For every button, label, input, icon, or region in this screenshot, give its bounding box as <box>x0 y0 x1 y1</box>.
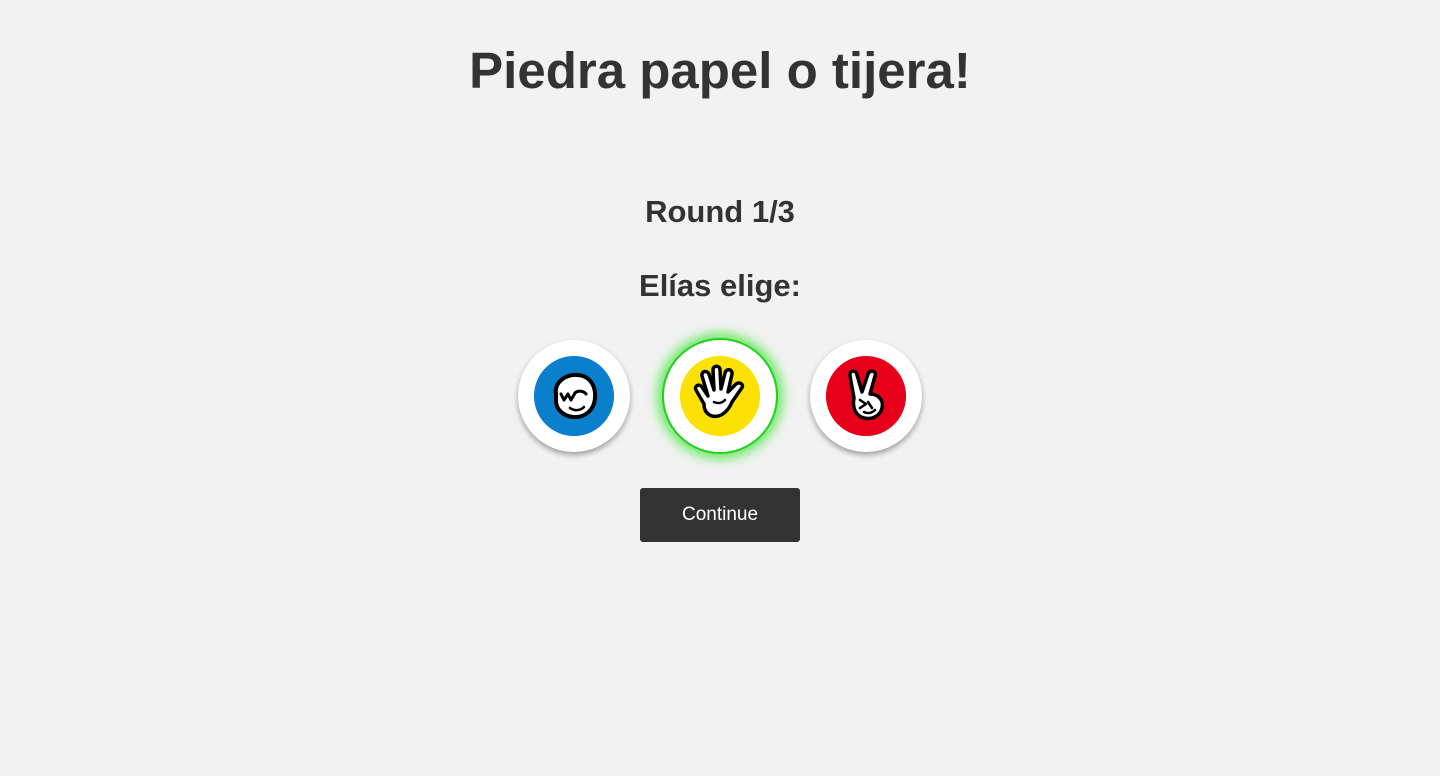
rock-choice-button[interactable] <box>518 340 630 452</box>
player-prompt: Elías elige: <box>639 268 801 303</box>
paper-choice-button[interactable] <box>662 338 778 454</box>
continue-button[interactable]: Continue <box>640 488 800 542</box>
round-indicator: Round 1/3 <box>645 194 795 229</box>
scissors-badge <box>826 356 906 436</box>
open-hand-icon <box>680 356 760 436</box>
peace-hand-icon <box>826 356 906 436</box>
rock-badge <box>534 356 614 436</box>
scissors-choice-button[interactable] <box>810 340 922 452</box>
paper-badge <box>680 356 760 436</box>
fist-icon <box>534 356 614 436</box>
game-title: Piedra papel o tijera! <box>469 42 971 99</box>
game-screen: Piedra papel o tijera! Round 1/3 Elías e… <box>0 0 1440 776</box>
